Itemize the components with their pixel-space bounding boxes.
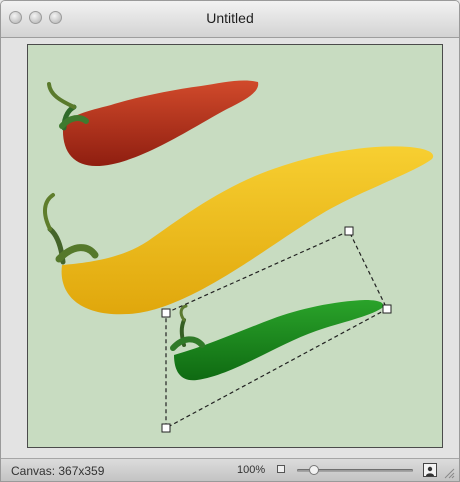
drawing-canvas[interactable] xyxy=(27,44,443,448)
canvas-size-label: Canvas: 367x359 xyxy=(11,464,105,478)
title-bar[interactable]: Untitled xyxy=(1,1,459,38)
person-icon xyxy=(426,466,434,476)
yellow-pepper[interactable] xyxy=(43,146,434,315)
red-pepper[interactable] xyxy=(47,80,259,166)
selection-handle[interactable] xyxy=(344,226,354,236)
green-pepper[interactable] xyxy=(170,300,384,381)
app-window: Untitled Canvas: 367x359 100% xyxy=(0,0,460,482)
selection-handle[interactable] xyxy=(161,308,171,318)
selection-handle[interactable] xyxy=(382,304,392,314)
zoom-slider-knob[interactable] xyxy=(309,465,320,475)
selection-handle[interactable] xyxy=(161,423,171,433)
zoom-in-icon[interactable] xyxy=(423,463,437,477)
window-title: Untitled xyxy=(206,10,254,26)
canvas-svg xyxy=(43,80,434,433)
resize-grip-icon[interactable] xyxy=(443,467,455,479)
canvas-area xyxy=(1,38,459,458)
zoom-label: 100% xyxy=(237,464,266,476)
zoom-out-icon[interactable] xyxy=(277,465,285,473)
status-bar: Canvas: 367x359 100% xyxy=(1,458,459,481)
